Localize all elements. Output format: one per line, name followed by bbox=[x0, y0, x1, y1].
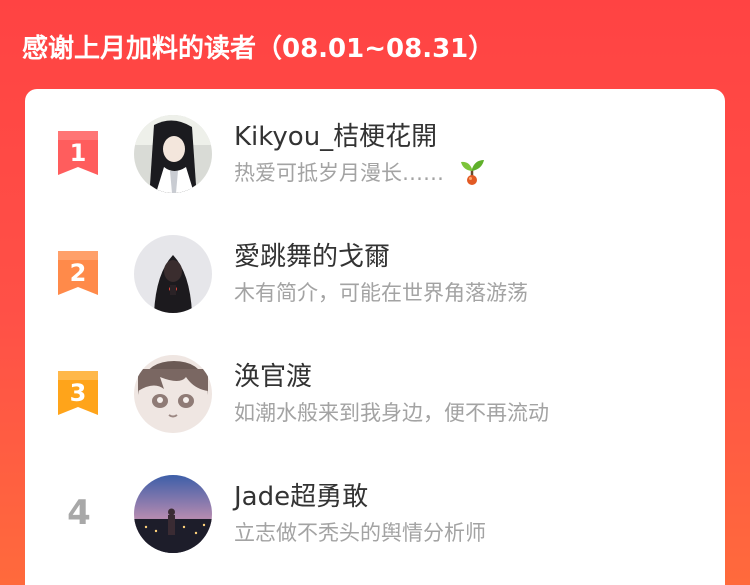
reader-bio-1: 热爱可抵岁月漫长…… bbox=[234, 158, 487, 189]
reader-row-3[interactable]: 3 涣官渡 如潮水般来到我身边，便不再流动 bbox=[25, 351, 725, 435]
reader-row-4[interactable]: 4 Jade超勇敢 立志做不秃头的舆情分析师 bbox=[25, 471, 725, 555]
reader-name-1[interactable]: Kikyou_桔梗花開 bbox=[234, 120, 437, 154]
rank-badge-2: 2 bbox=[58, 251, 98, 295]
reader-row-1[interactable]: 1 Kikyou_桔梗花開 热爱可抵岁月漫长…… bbox=[25, 111, 725, 195]
rank-number-2: 2 bbox=[70, 259, 87, 287]
rank-number-1: 1 bbox=[70, 139, 87, 167]
reader-list-card: 1 Kikyou_桔梗花開 热爱可抵岁月漫长…… 2 愛跳舞的戈爾 木有简介，可… bbox=[25, 89, 725, 585]
rank-badge-3: 3 bbox=[58, 371, 98, 415]
rank-number-3: 3 bbox=[70, 379, 87, 407]
sprout-icon bbox=[457, 156, 487, 186]
reader-bio-3: 如潮水般来到我身边，便不再流动 bbox=[234, 401, 549, 425]
reader-bio-text-1: 热爱可抵岁月漫长…… bbox=[234, 161, 444, 185]
reader-row-2[interactable]: 2 愛跳舞的戈爾 木有简介，可能在世界角落游荡 bbox=[25, 231, 725, 315]
reader-bio-2: 木有简介，可能在世界角落游荡 bbox=[234, 281, 528, 305]
page-title: 感谢上月加料的读者（08.01~08.31） bbox=[22, 34, 495, 64]
reader-name-4[interactable]: Jade超勇敢 bbox=[234, 480, 368, 514]
reader-bio-4: 立志做不秃头的舆情分析师 bbox=[234, 521, 486, 545]
rank-badge-1: 1 bbox=[58, 131, 98, 175]
reader-name-2[interactable]: 愛跳舞的戈爾 bbox=[234, 240, 390, 274]
reader-name-3[interactable]: 涣官渡 bbox=[234, 360, 312, 394]
reader-avatar-2[interactable] bbox=[134, 235, 212, 313]
reader-avatar-1[interactable] bbox=[134, 115, 212, 193]
rank-number-4: 4 bbox=[67, 493, 91, 533]
reader-avatar-3[interactable] bbox=[134, 355, 212, 433]
reader-avatar-4[interactable] bbox=[134, 475, 212, 553]
